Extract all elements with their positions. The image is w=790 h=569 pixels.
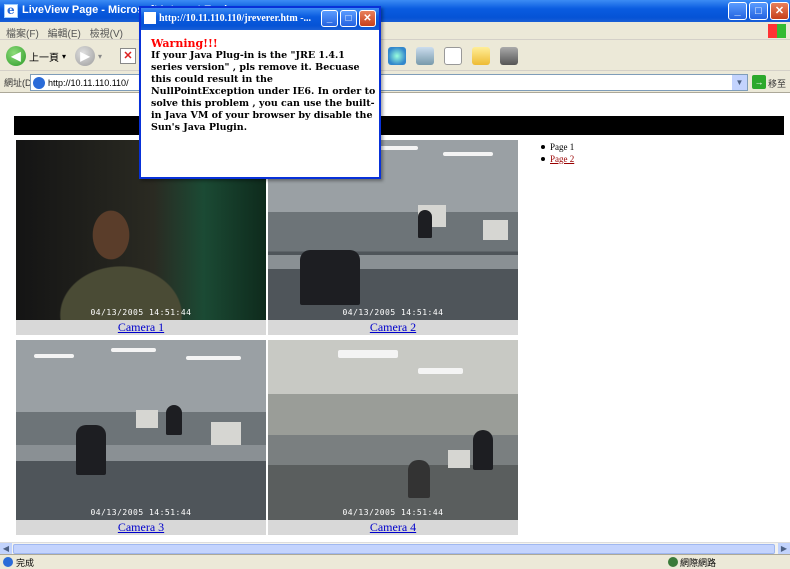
- status-page-icon: [3, 557, 13, 567]
- camera-link-3[interactable]: Camera 3: [118, 520, 164, 534]
- forward-arrow-icon[interactable]: ▶: [75, 46, 96, 66]
- page-header-bar: [14, 116, 784, 135]
- status-bar: 完成 網際網路: [0, 554, 790, 568]
- media-icon[interactable]: [388, 47, 406, 65]
- menu-file[interactable]: 檔案(F): [6, 25, 39, 40]
- page2-link[interactable]: Page 2: [550, 154, 574, 164]
- globe-icon: [668, 557, 678, 567]
- page-nav: Page 1 Page 2: [540, 141, 574, 165]
- minimize-button[interactable]: _: [728, 2, 747, 20]
- edit-icon[interactable]: [444, 47, 462, 65]
- camera-link-2-cell: Camera 2: [268, 320, 518, 335]
- stop-icon[interactable]: ✕: [120, 48, 136, 64]
- camera-timestamp: 04/13/2005 14:51:44: [342, 308, 444, 317]
- toolbar-right: [388, 47, 518, 65]
- horizontal-scrollbar[interactable]: ◀ ▶: [0, 542, 790, 555]
- menu-edit[interactable]: 編輯(E): [48, 25, 81, 40]
- popup-minimize-button[interactable]: _: [321, 10, 338, 27]
- camera-feed-4[interactable]: 04/13/2005 14:51:44: [268, 340, 518, 520]
- popup-close-button[interactable]: ✕: [359, 10, 376, 27]
- scroll-thumb[interactable]: [13, 544, 775, 554]
- camera-link-2[interactable]: Camera 2: [370, 320, 416, 334]
- page-icon: [33, 77, 45, 89]
- status-text: 完成: [16, 558, 35, 568]
- popup-maximize-button[interactable]: □: [340, 10, 357, 27]
- camera-link-4-cell: Camera 4: [268, 520, 518, 535]
- camera-link-1[interactable]: Camera 1: [118, 320, 164, 334]
- messenger-icon[interactable]: [500, 47, 518, 65]
- warning-message: If your Java Plug-in is the "JRE 1.4.1 s…: [151, 50, 376, 133]
- toolbar: ◀ 上一頁 ▾ ▶ ▾ ✕: [0, 41, 790, 71]
- warning-popup-window: http://10.11.110.110/jreverer.htm -... _…: [139, 6, 381, 179]
- go-arrow-icon[interactable]: →: [752, 75, 766, 89]
- camera-timestamp: 04/13/2005 14:51:44: [90, 508, 192, 517]
- camera-panel-3: 04/13/2005 14:51:44 Camera 3: [16, 340, 266, 535]
- maximize-button[interactable]: □: [749, 2, 768, 20]
- back-dropdown-icon[interactable]: ▾: [62, 52, 66, 61]
- menu-view[interactable]: 檢視(V): [90, 25, 123, 40]
- address-input[interactable]: http://10.11.110.110/ ▼: [30, 74, 748, 91]
- back-label: 上一頁: [29, 52, 59, 64]
- title-bar[interactable]: LiveView Page - Microsoft Internet Explo…: [0, 0, 790, 22]
- back-arrow-icon: ◀: [6, 46, 26, 66]
- address-bar: 網址(D) http://10.11.110.110/ ▼ → 移至: [0, 72, 790, 93]
- address-dropdown-icon[interactable]: ▼: [732, 75, 747, 90]
- print-icon[interactable]: [416, 47, 434, 65]
- camera-link-4[interactable]: Camera 4: [370, 520, 416, 534]
- camera-link-1-cell: Camera 1: [16, 320, 266, 335]
- popup-title-bar[interactable]: http://10.11.110.110/jreverer.htm -... _…: [141, 8, 379, 30]
- menu-bar: 檔案(F) 編輯(E) 檢視(V): [0, 22, 790, 40]
- camera-feed-3[interactable]: 04/13/2005 14:51:44: [16, 340, 266, 520]
- windows-logo-icon: [768, 24, 786, 38]
- close-button[interactable]: ✕: [770, 2, 789, 20]
- forward-dropdown-icon[interactable]: ▾: [98, 52, 102, 61]
- security-zone: 網際網路: [680, 558, 717, 568]
- page-content: 04/13/2005 14:51:44 Camera 1 04/13/2005 …: [0, 93, 790, 542]
- camera-link-3-cell: Camera 3: [16, 520, 266, 535]
- warning-heading: Warning!!!: [151, 37, 218, 50]
- popup-ie-icon: [144, 12, 156, 24]
- camera-timestamp: 04/13/2005 14:51:44: [342, 508, 444, 517]
- nav-item-page1: Page 1: [540, 141, 574, 153]
- ie-icon: [4, 3, 18, 18]
- camera-timestamp: 04/13/2005 14:51:44: [90, 308, 192, 317]
- popup-body: Warning!!! If your Java Plug-in is the "…: [151, 38, 377, 134]
- go-button[interactable]: 移至: [768, 77, 786, 90]
- popup-title: http://10.11.110.110/jreverer.htm -...: [159, 13, 312, 24]
- camera-panel-4: 04/13/2005 14:51:44 Camera 4: [268, 340, 518, 535]
- nav-item-page2: Page 2: [540, 153, 574, 165]
- url-text: http://10.11.110.110/: [48, 78, 129, 88]
- browser-window: LiveView Page - Microsoft Internet Explo…: [0, 0, 790, 568]
- back-button[interactable]: ◀ 上一頁 ▾ ▶ ▾: [6, 46, 102, 66]
- folder-icon[interactable]: [472, 47, 490, 65]
